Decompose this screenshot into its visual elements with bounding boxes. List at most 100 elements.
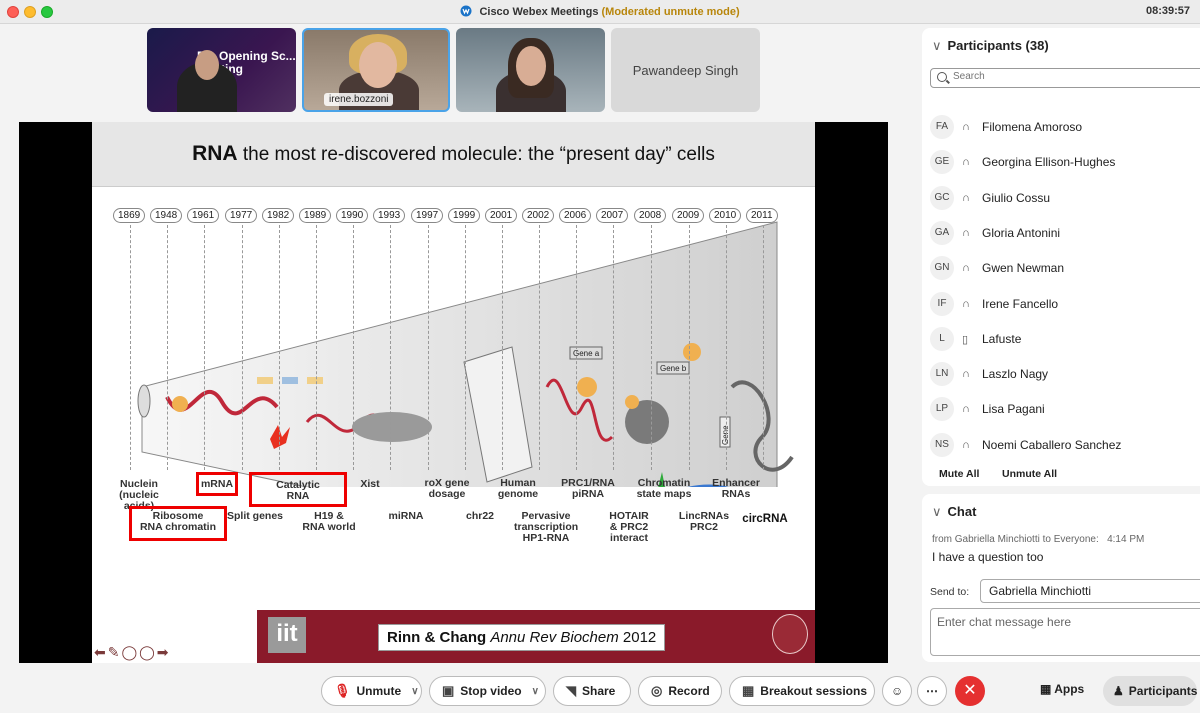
year-label: 1948 (150, 208, 183, 223)
citation-year: 2012 (618, 629, 657, 646)
year-gridline (316, 225, 317, 470)
reactions-button[interactable]: ☺ (882, 676, 912, 706)
video-name-tag: irene.bozzoni (324, 93, 394, 106)
year-gridline (763, 225, 764, 470)
search-icon (937, 72, 947, 82)
headset-icon: ∩ (962, 156, 970, 169)
highlight-box-catalytic-rna (249, 472, 347, 507)
close-icon: ✕ (963, 682, 977, 699)
year-gridline (689, 225, 690, 470)
app-name: Cisco Webex Meetings (479, 6, 599, 18)
timeline-top-label: Enhancer RNAs (712, 477, 760, 500)
share-button[interactable]: ◥ Share (553, 676, 631, 706)
presentation-slide: RNA the most re-discovered molecule: the… (92, 122, 815, 663)
citation-journal: Annu Rev Biochem (490, 629, 619, 646)
headset-icon: ∩ (962, 121, 970, 133)
timeline-bottom-label: miRNA (388, 510, 424, 522)
participants-button[interactable]: ♟ Participants (1103, 676, 1197, 706)
timeline-top-label: Chromatin state maps (636, 477, 692, 500)
apps-label: Apps (1054, 682, 1085, 696)
chat-time: 4:14 PM (1107, 534, 1145, 545)
headset-icon: ∩ (962, 368, 970, 381)
apps-button[interactable]: ▦ Apps (1040, 682, 1084, 696)
participant-row[interactable]: IF ∩ Irene Fancello (930, 289, 1200, 319)
more-options-button[interactable]: ⋯ (917, 676, 947, 706)
cone-shape (141, 221, 778, 487)
chat-input[interactable]: Enter chat message here (930, 608, 1200, 656)
breakout-grid-icon: ▦ (742, 683, 755, 698)
chat-title: Chat (947, 504, 977, 519)
chevron-down-icon[interactable]: ∨ (411, 686, 418, 697)
year-gridline (242, 225, 243, 470)
year-gridline (613, 225, 614, 470)
participant-row[interactable]: LN ∩ Laszlo Nagy (930, 359, 1200, 389)
video-name-label: Pawandeep Singh (632, 62, 739, 78)
chat-message-meta: from Gabriella Minchiotti to Everyone: 4… (932, 534, 1144, 545)
participant-row[interactable]: GN ∩ Gwen Newman (930, 253, 1200, 283)
chevron-down-icon: ∨ (932, 504, 942, 519)
leave-meeting-button[interactable]: ✕ (955, 676, 985, 706)
participant-search[interactable] (930, 68, 1200, 88)
participant-row[interactable]: LP ∩ Lisa Pagani (930, 394, 1200, 424)
avatar: GN (930, 256, 954, 281)
participant-row[interactable]: GC ∩ Giulio Cossu (930, 183, 1200, 213)
highlight-box-mrna (196, 472, 238, 496)
muted-mic-icon: 🎙 (334, 683, 351, 698)
gene-block (307, 377, 323, 384)
video-thumbnail[interactable]: R... Opening Sc... meeting (147, 28, 296, 112)
webex-icon (460, 5, 472, 17)
gene-b-label: Gene b (660, 364, 687, 373)
timeline-top-label: Human genome (497, 477, 539, 500)
participants-count: Participants (38) (947, 38, 1049, 53)
rna-timeline-cone: Gene a Gene b Gene (137, 221, 794, 487)
slide-title: RNA the most re-discovered molecule: the… (92, 142, 815, 166)
video-thumbnail-no-video[interactable]: Pawandeep Singh (611, 28, 760, 112)
breakout-sessions-button[interactable]: ▦ Breakout sessions (729, 676, 875, 706)
participant-row[interactable]: GE ∩ Georgina Ellison-Hughes (930, 147, 1200, 177)
stop-video-label: Stop video (460, 684, 522, 698)
year-label: 1989 (299, 208, 332, 223)
year-label: 2008 (634, 208, 667, 223)
video-thumbnail[interactable] (456, 28, 605, 112)
chevron-down-icon[interactable]: ∨ (532, 686, 539, 697)
participant-name: Gloria Antonini (982, 225, 1061, 240)
year-gridline (167, 225, 168, 470)
participant-row[interactable]: L ▯ Lafuste (930, 324, 1200, 354)
send-to-select[interactable]: Gabriella Minchiotti (980, 579, 1200, 603)
participant-name: Lafuste (982, 331, 1022, 346)
year-gridline (465, 225, 466, 470)
participant-face (195, 50, 219, 80)
smiley-icon: ☺ (891, 684, 904, 698)
year-gridline (130, 225, 131, 470)
video-thumbnail-active-speaker[interactable]: irene.bozzoni (302, 28, 450, 112)
record-button[interactable]: ◎ Record (638, 676, 722, 706)
year-gridline (390, 225, 391, 470)
year-gridline (651, 225, 652, 470)
slide-nav-controls[interactable]: ⬅✎◯◯➡ (94, 644, 171, 661)
participant-row[interactable]: GA ∩ Gloria Antonini (930, 218, 1200, 248)
participant-row[interactable]: FA ∩ Filomena Amoroso (930, 112, 1200, 142)
slide-header: RNA the most re-discovered molecule: the… (92, 122, 815, 187)
year-label: 1961 (187, 208, 220, 223)
timeline-top-label: Xist (360, 478, 380, 490)
year-label: 1999 (448, 208, 481, 223)
year-label: 2011 (746, 208, 778, 223)
avatar: FA (930, 115, 954, 139)
stop-video-button[interactable]: ▣ Stop video ∨ (429, 676, 546, 706)
unmute-all-button[interactable]: Unmute All (1002, 468, 1057, 480)
headset-icon: ∩ (962, 438, 970, 451)
chat-header[interactable]: ∨ Chat (932, 504, 976, 520)
year-label: 2010 (709, 208, 742, 223)
search-input[interactable] (953, 71, 1153, 82)
unmute-mode-label: (Moderated unmute mode) (601, 6, 740, 18)
participants-header[interactable]: ∨ Participants (38) (932, 38, 1049, 54)
chevron-down-icon: ∨ (932, 38, 942, 53)
gene-a-label: Gene a (573, 349, 600, 358)
year-label: 1997 (411, 208, 444, 223)
ribosome-shape (172, 396, 188, 412)
participant-row[interactable]: NS ∩ Noemi Caballero Sanchez (930, 430, 1200, 460)
unmute-button[interactable]: 🎙 Unmute ∨ (321, 676, 422, 706)
mute-all-button[interactable]: Mute All (939, 468, 979, 480)
year-label: 1990 (336, 208, 369, 223)
year-gridline (353, 225, 354, 470)
